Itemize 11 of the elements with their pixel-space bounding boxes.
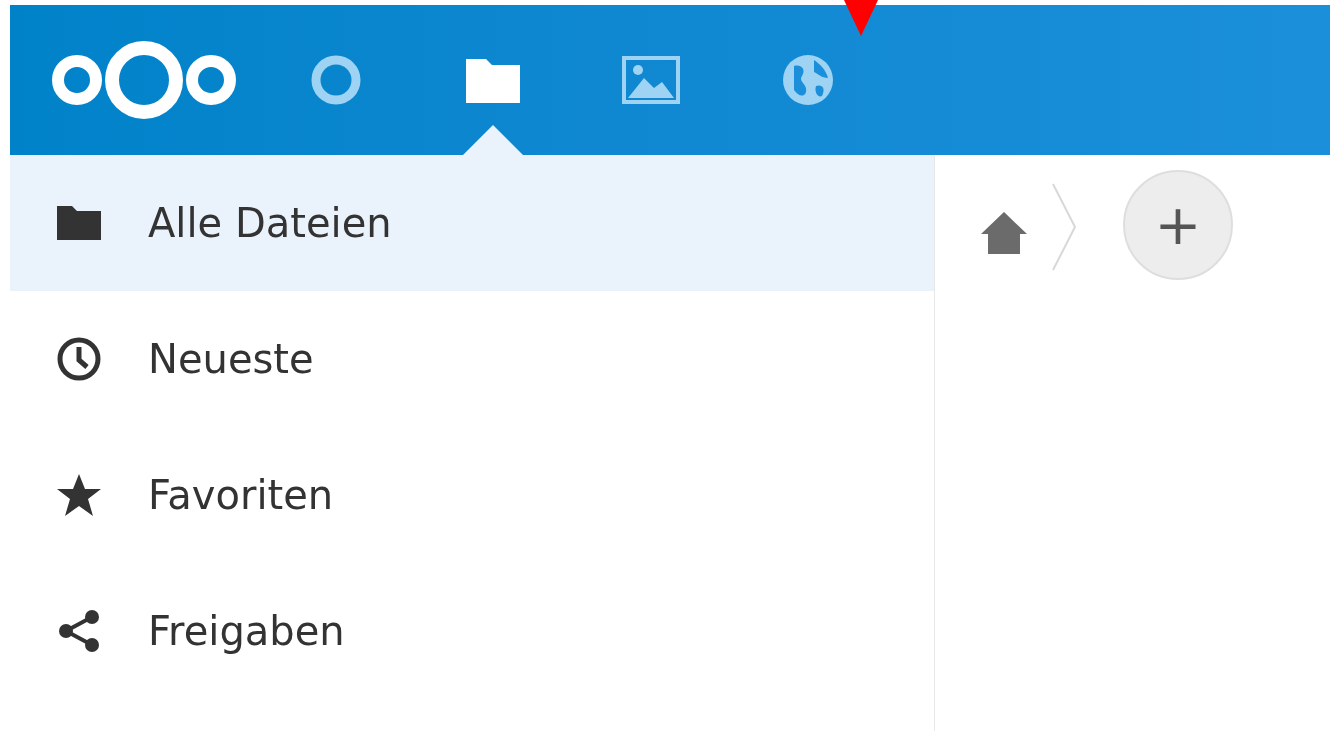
share-icon bbox=[56, 609, 102, 653]
clock-icon bbox=[56, 336, 102, 382]
image-app-icon[interactable] bbox=[622, 56, 680, 104]
star-icon bbox=[56, 473, 102, 517]
home-icon[interactable] bbox=[979, 210, 1029, 256]
globe-app-icon[interactable] bbox=[780, 52, 836, 108]
pointer-arrow-icon bbox=[844, 0, 878, 36]
folder-icon bbox=[56, 205, 102, 241]
sidebar-item[interactable]: Alle Dateien bbox=[10, 155, 934, 291]
chevron-icon bbox=[1051, 182, 1077, 272]
add-button[interactable]: + bbox=[1123, 170, 1233, 280]
